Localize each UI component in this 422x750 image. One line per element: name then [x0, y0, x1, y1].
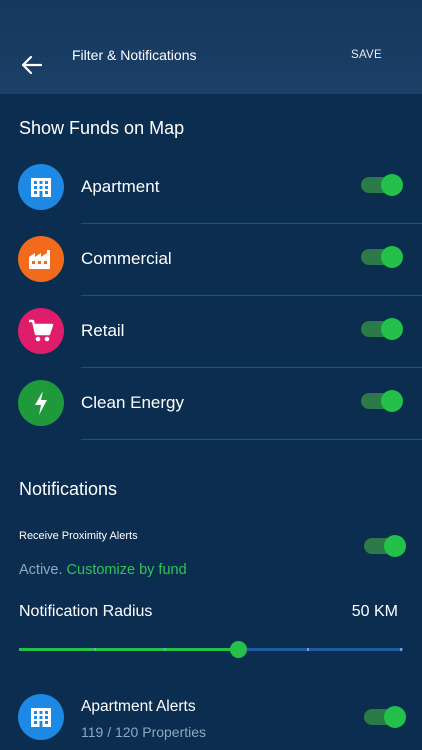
proximity-status: Active. Customize by fund — [19, 562, 187, 578]
fund-label-commercial: Commercial — [81, 249, 172, 268]
save-button[interactable]: SAVE — [351, 49, 382, 61]
toggle-knob — [381, 318, 403, 340]
fund-row-retail: Retail — [0, 294, 422, 368]
fund-label-apartment: Apartment — [81, 177, 160, 196]
notifications-section-title: Notifications — [19, 479, 118, 499]
customize-by-fund-link[interactable]: Customize by fund — [67, 562, 187, 578]
toggle-knob — [381, 246, 403, 268]
toggle-knob — [381, 390, 403, 412]
page-title: Filter & Notifications — [72, 47, 197, 63]
fund-row-apartment: Apartment — [0, 150, 422, 224]
notification-radius-label: Notification Radius — [19, 603, 153, 620]
slider-tick — [94, 648, 96, 651]
apartment-alerts-count: 119 / 120 Properties — [81, 724, 207, 740]
fund-label-clean-energy: Clean Energy — [81, 393, 185, 412]
slider-tick — [307, 648, 309, 651]
app-header: Filter & Notifications SAVE — [0, 0, 422, 94]
slider-tick — [164, 648, 166, 651]
apartment-alerts-label: Apartment Alerts — [81, 698, 196, 715]
factory-icon — [18, 236, 64, 282]
radius-slider-fill — [19, 648, 238, 651]
slider-tick — [400, 648, 402, 651]
apartment-building-icon — [18, 164, 64, 210]
notification-radius-value: 50 KM — [351, 603, 398, 620]
fund-row-commercial: Commercial — [0, 222, 422, 296]
row-divider — [81, 439, 422, 440]
toggle-retail[interactable] — [361, 318, 403, 340]
arrow-left-icon — [22, 56, 42, 74]
status-active-text: Active. — [19, 562, 63, 578]
back-button[interactable] — [18, 52, 46, 78]
toggle-commercial[interactable] — [361, 246, 403, 268]
toggle-apartment-alerts[interactable] — [364, 706, 406, 728]
toggle-proximity-alerts[interactable] — [364, 535, 406, 557]
toggle-apartment[interactable] — [361, 174, 403, 196]
funds-section-title: Show Funds on Map — [19, 118, 185, 138]
radius-slider[interactable] — [19, 641, 403, 658]
shopping-cart-icon — [18, 308, 64, 354]
fund-label-retail: Retail — [81, 321, 125, 340]
fund-row-clean-energy: Clean Energy — [0, 366, 422, 440]
lightning-bolt-icon — [18, 380, 64, 426]
toggle-knob — [384, 535, 406, 557]
radius-slider-thumb[interactable] — [230, 641, 247, 658]
apartment-building-icon — [18, 694, 64, 740]
toggle-clean-energy[interactable] — [361, 390, 403, 412]
toggle-knob — [381, 174, 403, 196]
proximity-alerts-label: Receive Proximity Alerts — [19, 530, 138, 542]
toggle-knob — [384, 706, 406, 728]
